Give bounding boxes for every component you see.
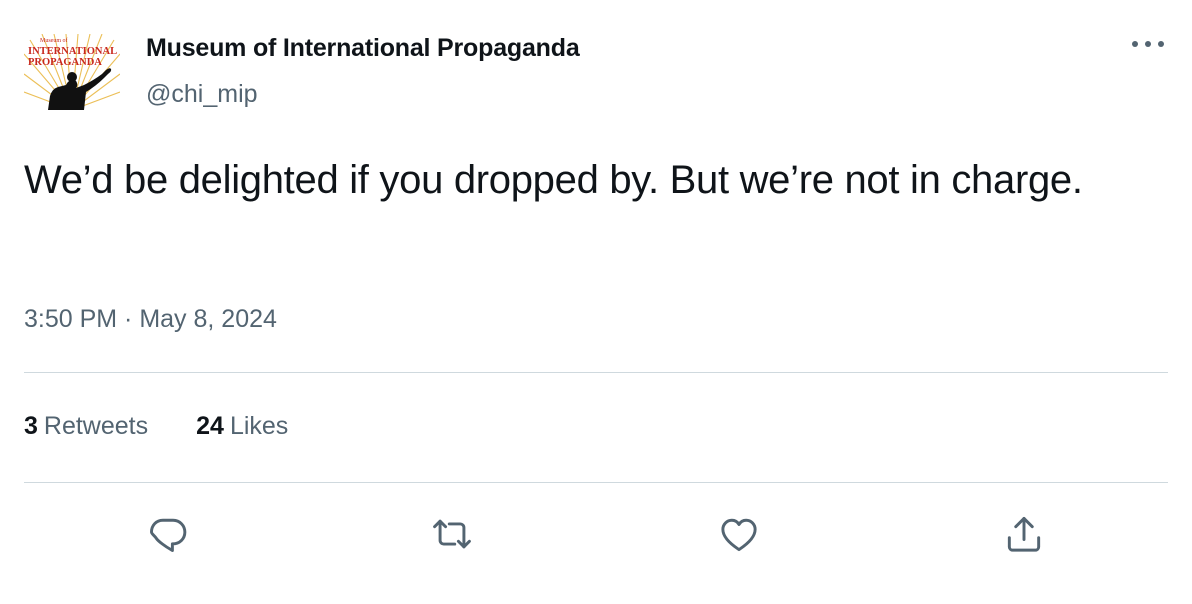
author-handle[interactable]: @chi_mip xyxy=(146,80,258,109)
share-button[interactable] xyxy=(1000,510,1048,558)
avatar-text-1: Museum of xyxy=(40,37,68,44)
avatar[interactable]: Museum of INTERNATIONAL PROPAGANDA xyxy=(24,34,120,110)
tweet-text: We’d be delighted if you dropped by. But… xyxy=(24,158,1083,202)
likes-stat[interactable]: 24 Likes xyxy=(196,412,288,441)
tweet-card: Museum of INTERNATIONAL PROPAGANDA Museu… xyxy=(0,0,1192,604)
like-button[interactable] xyxy=(715,510,763,558)
likes-count: 24 xyxy=(196,412,224,440)
reply-icon xyxy=(150,518,187,552)
divider xyxy=(24,482,1168,483)
likes-label: Likes xyxy=(229,412,289,440)
reply-button[interactable] xyxy=(144,510,192,558)
tweet-timestamp[interactable]: 3:50 PM · May 8, 2024 xyxy=(24,305,277,334)
share-icon xyxy=(1007,516,1041,552)
more-button[interactable] xyxy=(1126,30,1170,58)
avatar-text-3: PROPAGANDA xyxy=(28,57,102,68)
heart-icon xyxy=(721,518,757,552)
author-display-name[interactable]: Museum of International Propaganda xyxy=(146,34,580,63)
retweets-count: 3 xyxy=(24,412,38,440)
retweets-stat[interactable]: 3 Retweets xyxy=(24,412,148,441)
retweet-button[interactable] xyxy=(428,510,476,558)
divider xyxy=(24,372,1168,373)
tweet-stats: 3 Retweets 24 Likes xyxy=(24,412,288,441)
avatar-text-2: INTERNATIONAL xyxy=(28,46,117,57)
more-icon xyxy=(1132,41,1164,47)
retweet-icon xyxy=(433,519,471,549)
retweets-label: Retweets xyxy=(43,412,149,440)
museum-logo-icon: Museum of INTERNATIONAL PROPAGANDA xyxy=(24,34,120,110)
